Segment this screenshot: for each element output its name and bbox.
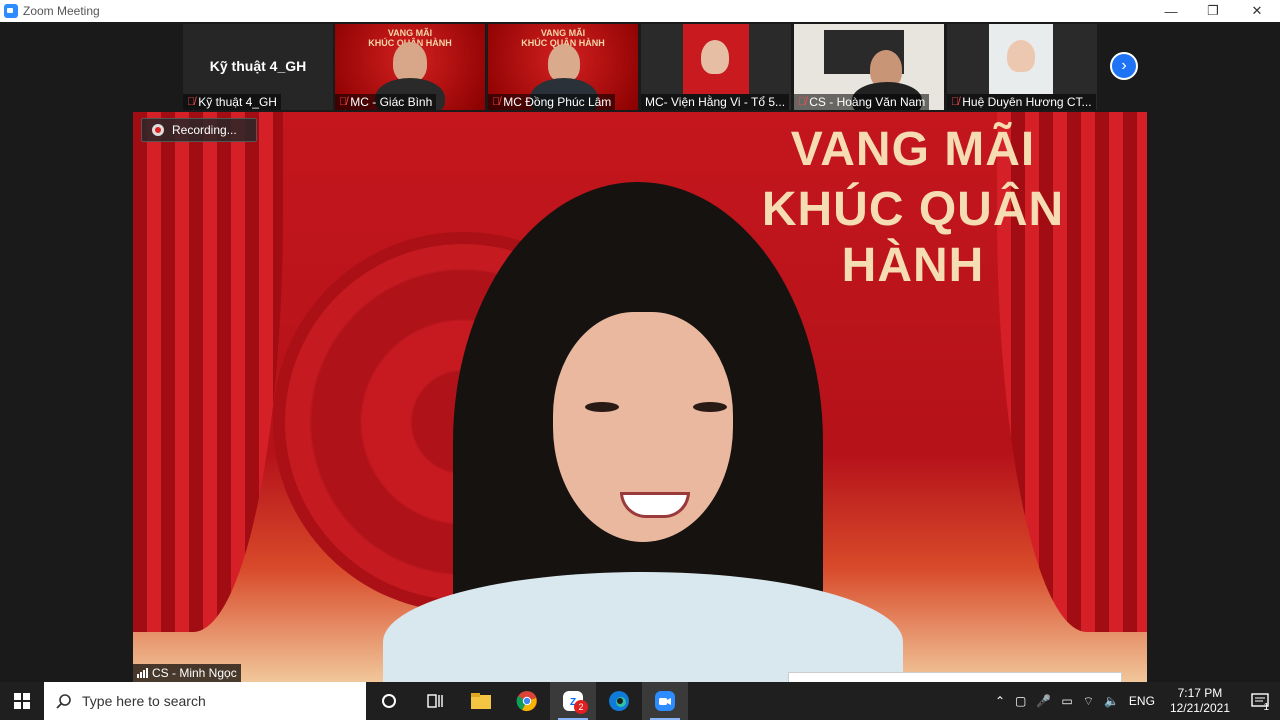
input-language[interactable]: ENG [1124,694,1160,708]
participant-name-label: 🎙̸ MC Đồng Phúc Lâm [488,94,616,110]
meet-now-icon[interactable]: ▢ [1010,694,1031,708]
windows-logo-icon [14,693,30,709]
curtain-left [133,112,283,632]
chrome-button[interactable] [504,682,550,720]
wifi-icon[interactable]: ⌔ [1078,694,1099,709]
participant-video [393,42,427,82]
zalo-button[interactable]: Z 2 [550,682,596,720]
minimize-button[interactable]: — [1148,0,1194,22]
speaker-name: CS - Minh Ngọc [152,666,237,680]
participant-name-label: 🎙̸ Huệ Duyên Hương CT... [947,94,1096,110]
file-explorer-button[interactable] [458,682,504,720]
participant-face [1007,40,1035,72]
edge-button[interactable] [596,682,642,720]
participant-tile[interactable]: VANG MÃI KHÚC QUÂN HÀNH 🎙̸ MC - Giác Bìn… [335,24,485,110]
record-icon [152,124,164,136]
zoom-taskbar-button[interactable] [642,682,688,720]
volume-icon[interactable]: 🔈 [1099,694,1124,708]
participant-name-label: 🎙̸ MC - Giác Bình [335,94,437,110]
task-view-icon [427,694,443,708]
participant-name: Kỹ thuật 4_GH [198,95,277,109]
action-center-button[interactable]: 1 [1240,693,1280,713]
window-titlebar: Zoom Meeting — ❐ ✕ [0,0,1280,22]
folder-icon [471,693,491,709]
next-page-arrow-icon[interactable]: › [1110,52,1138,80]
participant-name-label: 🎙̸ Kỹ thuật 4_GH [183,94,281,110]
active-speaker-video[interactable]: VANG MÃI KHÚC QUÂN HÀNH [133,112,1147,682]
zoom-app-icon [4,4,18,18]
clock-date: 12/21/2021 [1169,701,1230,715]
edge-icon [609,691,629,711]
cortana-circle-icon [382,694,396,708]
battery-icon[interactable]: ▭ [1056,694,1077,708]
background-title-line1: VANG MÃI [790,123,1036,176]
meeting-stage: Kỹ thuật 4_GH 🎙̸ Kỹ thuật 4_GH VANG MÃI … [0,22,1280,682]
cortana-button[interactable] [366,682,412,720]
notification-count: 1 [1263,702,1269,713]
recording-indicator[interactable]: Recording... [141,118,257,142]
participant-face [701,40,729,74]
participant-big-name: Kỹ thuật 4_GH [209,58,307,74]
system-tray: ⌃ ▢ 🎤 ▭ ⌔ 🔈 ENG 7:17 PM 12/21/2021 1 [990,682,1280,720]
zoom-icon [655,691,675,711]
mic-muted-icon: 🎙̸ [492,96,501,108]
participant-tile[interactable]: VANG MÃI KHÚC QUÂN HÀNH 🎙̸ MC Đồng Phúc … [488,24,638,110]
participant-name: MC- Viện Hằng Vi - Tổ 5... [645,95,786,109]
chat-window-edge[interactable] [788,672,1122,682]
chrome-icon [516,691,537,712]
close-window-button[interactable]: ✕ [1234,0,1280,22]
participant-name: Huệ Duyên Hương CT... [962,95,1092,109]
participant-name: MC - Giác Bình [350,95,433,109]
participant-tile[interactable]: MC- Viện Hằng Vi - Tổ 5... [641,24,791,110]
speaker-eye [585,402,619,412]
participant-name: MC Đồng Phúc Lâm [503,95,612,109]
mic-muted-icon: 🎙̸ [187,96,196,108]
participant-tile[interactable]: 🎙̸ Huệ Duyên Hương CT... [947,24,1097,110]
participant-name-label: MC- Viện Hằng Vi - Tổ 5... [641,94,790,110]
participant-video [548,44,580,82]
speaker-name-label: CS - Minh Ngọc [133,664,241,682]
maximize-button[interactable]: ❐ [1190,0,1236,22]
search-placeholder: Type here to search [82,693,206,709]
show-hidden-icons-chevron-icon[interactable]: ⌃ [990,694,1010,708]
windows-taskbar: Type here to search Z 2 ⌃ ▢ 🎤 ▭ ⌔ 🔈 ENG … [0,682,1280,720]
taskbar-clock[interactable]: 7:17 PM 12/21/2021 [1160,686,1240,716]
participant-name-label: 🎙̸ CS - Hoàng Văn Nam [794,94,930,110]
participant-tile[interactable]: 🎙̸ CS - Hoàng Văn Nam [794,24,944,110]
microphone-icon[interactable]: 🎤 [1031,694,1056,708]
window-title: Zoom Meeting [23,4,100,18]
search-icon [56,694,71,709]
mic-muted-icon: 🎙̸ [798,96,807,108]
start-button[interactable] [0,682,44,720]
participant-tile[interactable]: Kỹ thuật 4_GH 🎙̸ Kỹ thuật 4_GH [183,24,333,110]
participant-name: CS - Hoàng Văn Nam [809,95,926,109]
mic-muted-icon: 🎙̸ [951,96,960,108]
mic-muted-icon: 🎙̸ [339,96,348,108]
task-view-button[interactable] [412,682,458,720]
speaker-eye [693,402,727,412]
clock-time: 7:17 PM [1177,686,1223,700]
taskbar-search-box[interactable]: Type here to search [44,682,366,720]
signal-strength-icon [137,668,148,678]
zalo-notification-badge: 2 [574,700,588,714]
recording-label: Recording... [172,123,237,137]
